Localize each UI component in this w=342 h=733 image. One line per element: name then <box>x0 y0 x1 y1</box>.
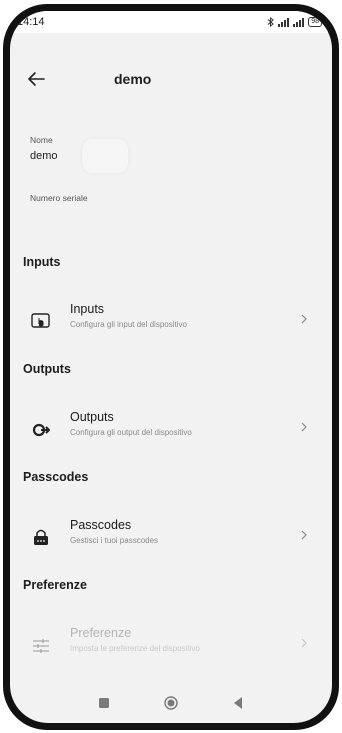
menu-item-subtitle: Configura gli output del dispositivo <box>70 428 192 437</box>
status-bar: 14:14 98 <box>10 11 332 33</box>
menu-item-title: Passcodes <box>70 518 132 532</box>
name-edit-field[interactable] <box>82 139 128 173</box>
section-title-inputs: Inputs <box>23 255 61 269</box>
home-button[interactable] <box>161 693 181 713</box>
chevron-right-icon <box>301 422 307 432</box>
touch-input-icon <box>31 313 50 328</box>
battery-icon: 98 <box>308 17 322 27</box>
menu-item-title: Outputs <box>70 410 114 424</box>
status-icons: 98 <box>267 17 322 27</box>
menu-item-subtitle: Gestisci i tuoi passcodes <box>70 536 159 545</box>
menu-item-preferenze[interactable]: Preferenze Imposta le preferenze del dis… <box>10 623 332 669</box>
arrow-left-icon[interactable] <box>24 67 48 91</box>
menu-item-outputs[interactable]: Outputs Configura gli output del disposi… <box>10 407 332 453</box>
back-nav-button[interactable] <box>228 693 248 713</box>
status-time: 14:14 <box>17 16 45 28</box>
app-header: demo <box>10 59 332 99</box>
square-icon <box>98 698 109 708</box>
system-nav-bar <box>10 683 332 723</box>
menu-item-inputs[interactable]: Inputs Configura gli input del dispositi… <box>10 299 332 345</box>
triangle-back-icon <box>234 697 243 709</box>
section-title-outputs: Outputs <box>23 362 71 376</box>
section-title-passcodes: Passcodes <box>23 470 89 484</box>
menu-item-passcodes[interactable]: Passcodes Gestisci i tuoi passcodes <box>10 515 332 561</box>
app-screen: 14:14 98 demo Nome demo Numero seriale I… <box>10 11 332 723</box>
lock-keypad-icon <box>34 529 48 545</box>
signal-icon <box>278 17 290 27</box>
bluetooth-icon <box>267 17 274 27</box>
menu-item-title: Preferenze <box>70 626 132 640</box>
name-label: Nome <box>30 135 53 145</box>
chevron-right-icon <box>301 638 307 648</box>
signal-icon-2 <box>293 17 305 27</box>
sliders-icon <box>33 639 49 653</box>
name-value: demo <box>30 150 58 162</box>
menu-item-title: Inputs <box>70 302 105 316</box>
chevron-right-icon <box>301 530 307 540</box>
chevron-right-icon <box>301 314 307 324</box>
output-icon <box>32 423 50 437</box>
recents-button[interactable] <box>94 693 114 713</box>
page-title: demo <box>114 71 152 87</box>
phone-frame: 14:14 98 demo Nome demo Numero seriale I… <box>3 4 339 730</box>
circle-icon <box>164 696 178 710</box>
menu-item-subtitle: Imposta le preferenze del dispositivo <box>70 644 200 653</box>
section-title-preferenze: Preferenze <box>23 578 87 592</box>
serial-label: Numero seriale <box>30 193 88 203</box>
menu-item-subtitle: Configura gli input del dispositivo <box>70 320 187 329</box>
